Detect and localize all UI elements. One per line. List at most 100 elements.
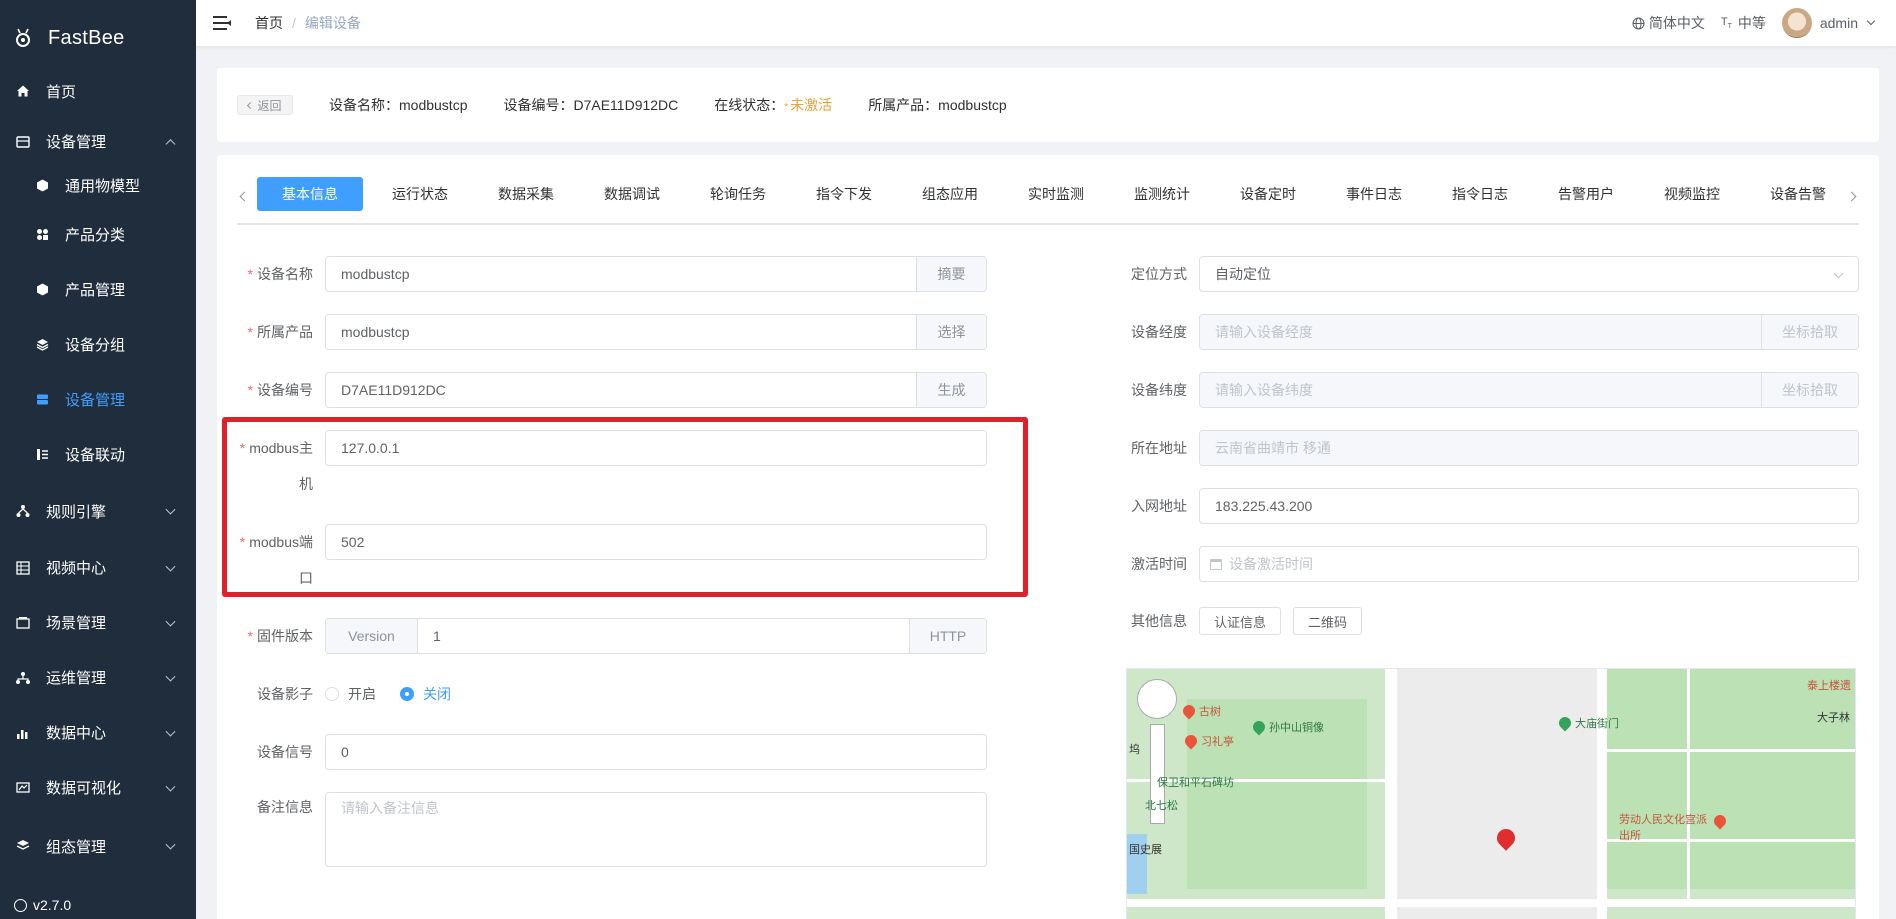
navbar: 首页 / 编辑设备 简体中文 TT 中等 admin	[196, 0, 1896, 46]
tab-4[interactable]: 轮询任务	[685, 177, 791, 211]
info-device-no: 设备编号：D7AE11D912DC	[503, 97, 679, 113]
map[interactable]: 古树 孙中山铜像 习礼亭 保卫和平石碑坊 北七松 大庙街门 劳动人民文化宫派出所…	[1126, 668, 1856, 919]
map-label: 大子林	[1817, 712, 1850, 724]
map-label: 孙中山铜像	[1269, 722, 1324, 734]
sidebar-item-device-management[interactable]: 设备管理	[0, 114, 196, 169]
sidebar-item-data-visualization[interactable]: 数据可视化	[0, 760, 196, 815]
sidebar-item-thing-model[interactable]: 通用物模型	[0, 163, 196, 207]
latitude-input[interactable]: 请输入设备纬度	[1200, 373, 1761, 407]
map-label: 习礼亭	[1201, 736, 1234, 748]
chevron-down-icon	[165, 781, 176, 792]
generate-button[interactable]: 生成	[916, 373, 986, 407]
auth-info-button[interactable]: 认证信息	[1199, 607, 1282, 635]
device-list-icon	[37, 394, 48, 405]
sidebar-item-device-group[interactable]: 设备分组	[0, 317, 196, 372]
device-name-input[interactable]: modbustcp	[326, 257, 916, 291]
tab-8[interactable]: 监测统计	[1109, 177, 1215, 211]
sidebar-item-home[interactable]: 首页	[0, 68, 196, 114]
chevron-down-icon	[165, 561, 176, 572]
form-row-ip: 入网地址 183.225.43.200	[1108, 488, 1859, 524]
location-label: 定位方式	[1131, 266, 1187, 282]
form-row-longitude: 设备经度 请输入设备经度 坐标拾取	[1108, 314, 1859, 350]
shadow-off-radio[interactable]: 关闭	[400, 684, 451, 704]
shadow-on-radio[interactable]: 开启	[325, 684, 376, 704]
address-field: 云南省曲靖市 移通	[1199, 430, 1859, 466]
info-status: 在线状态： * 未激活	[714, 95, 832, 115]
sidebar-item-ops-management[interactable]: 运维管理	[0, 650, 196, 705]
sidebar-item-product-management[interactable]: 产品管理	[0, 262, 196, 317]
tab-11[interactable]: 指令日志	[1427, 177, 1533, 211]
sidebar-item-device-linkage[interactable]: 设备联动	[0, 427, 196, 482]
bee-logo-icon	[16, 28, 30, 47]
breadcrumb-home[interactable]: 首页	[255, 13, 283, 33]
tab-9[interactable]: 设备定时	[1215, 177, 1321, 211]
tab-7[interactable]: 实时监测	[1003, 177, 1109, 211]
breadcrumb-separator: /	[292, 15, 296, 31]
info-product: 所属产品：modbustcp	[868, 97, 1007, 113]
pick-coordinate-button[interactable]: 坐标拾取	[1761, 315, 1858, 349]
location-select[interactable]: 自动定位	[1199, 256, 1859, 292]
sidebar-item-rule-engine[interactable]: 规则引擎	[0, 482, 196, 540]
product-input[interactable]: modbustcp	[326, 315, 916, 349]
firmware-input[interactable]: 1	[418, 619, 909, 653]
remark-textarea[interactable]: 请输入备注信息	[326, 793, 986, 866]
signal-label: 设备信号	[257, 744, 313, 760]
signal-input[interactable]: 0	[326, 735, 986, 769]
device-name-field[interactable]: modbustcp 摘要	[325, 256, 987, 292]
sidebar-item-label: 数据中心	[46, 725, 107, 742]
activate-field[interactable]: 设备激活时间	[1199, 546, 1859, 582]
qrcode-button[interactable]: 二维码	[1293, 607, 1363, 635]
serial-field[interactable]: D7AE11D912DC 生成	[325, 372, 987, 408]
tab-5[interactable]: 指令下发	[791, 177, 897, 211]
map-label: 保卫和平石碑坊	[1157, 777, 1234, 789]
firmware-field[interactable]: Version 1 HTTP	[325, 618, 987, 654]
serial-input[interactable]: D7AE11D912DC	[326, 373, 916, 407]
tab-6[interactable]: 组态应用	[897, 177, 1003, 211]
sidebar-item-device-list[interactable]: 设备管理	[0, 372, 196, 427]
tab-14[interactable]: 设备告警	[1745, 177, 1851, 211]
user-menu[interactable]: admin	[1781, 8, 1876, 38]
latitude-field[interactable]: 请输入设备纬度 坐标拾取	[1199, 372, 1859, 408]
tab-12[interactable]: 告警用户	[1533, 177, 1639, 211]
select-product-button[interactable]: 选择	[916, 315, 986, 349]
activate-input[interactable]: 设备激活时间	[1200, 547, 1858, 581]
remark-field[interactable]: 请输入备注信息	[325, 792, 987, 867]
form-row-latitude: 设备纬度 请输入设备纬度 坐标拾取	[1108, 372, 1859, 408]
sidebar-item-config-management[interactable]: 组态管理	[0, 815, 196, 877]
back-button[interactable]: 返回	[237, 95, 293, 115]
chevron-down-icon	[165, 671, 176, 682]
category-icon	[37, 229, 48, 240]
ip-field[interactable]: 183.225.43.200	[1199, 488, 1859, 524]
form-row-device-name: * 设备名称 modbustcp 摘要	[237, 256, 987, 292]
hamburger-icon[interactable]	[213, 16, 231, 30]
sidebar-item-product-category[interactable]: 产品分类	[0, 207, 196, 262]
sidebar-item-video-center[interactable]: 视频中心	[0, 540, 196, 595]
video-icon	[16, 560, 30, 575]
tab-3[interactable]: 数据调试	[579, 177, 685, 211]
longitude-field[interactable]: 请输入设备经度 坐标拾取	[1199, 314, 1859, 350]
status-label: 在线状态：	[714, 97, 785, 113]
product-field[interactable]: modbustcp 选择	[325, 314, 987, 350]
sidebar-item-data-center[interactable]: 数据中心	[0, 705, 196, 760]
signal-field[interactable]: 0	[325, 734, 987, 770]
pick-coordinate-button[interactable]: 坐标拾取	[1761, 373, 1858, 407]
form-row-shadow: 设备影子 开启 关闭	[237, 676, 475, 712]
summary-button[interactable]: 摘要	[916, 257, 986, 291]
ip-input[interactable]: 183.225.43.200	[1200, 489, 1858, 523]
longitude-input[interactable]: 请输入设备经度	[1200, 315, 1761, 349]
logo[interactable]: FastBee	[0, 0, 196, 76]
tab-13[interactable]: 视频监控	[1639, 177, 1745, 211]
visual-icon	[16, 781, 30, 793]
tab-0[interactable]: 基本信息	[257, 177, 363, 211]
size-selector[interactable]: TT 中等	[1721, 13, 1766, 33]
tab-10[interactable]: 事件日志	[1321, 177, 1427, 211]
map-pan-control[interactable]	[1137, 679, 1177, 719]
chevron-up-icon	[165, 138, 176, 149]
language-selector[interactable]: 简体中文	[1632, 13, 1705, 33]
tab-2[interactable]: 数据采集	[473, 177, 579, 211]
sidebar-item-scene-management[interactable]: 场景管理	[0, 595, 196, 650]
tab-prev-icon[interactable]	[239, 191, 250, 202]
map-label: 泰上楼遗	[1807, 680, 1851, 692]
caret-down-icon	[1866, 16, 1876, 26]
tab-1[interactable]: 运行状态	[367, 177, 473, 211]
